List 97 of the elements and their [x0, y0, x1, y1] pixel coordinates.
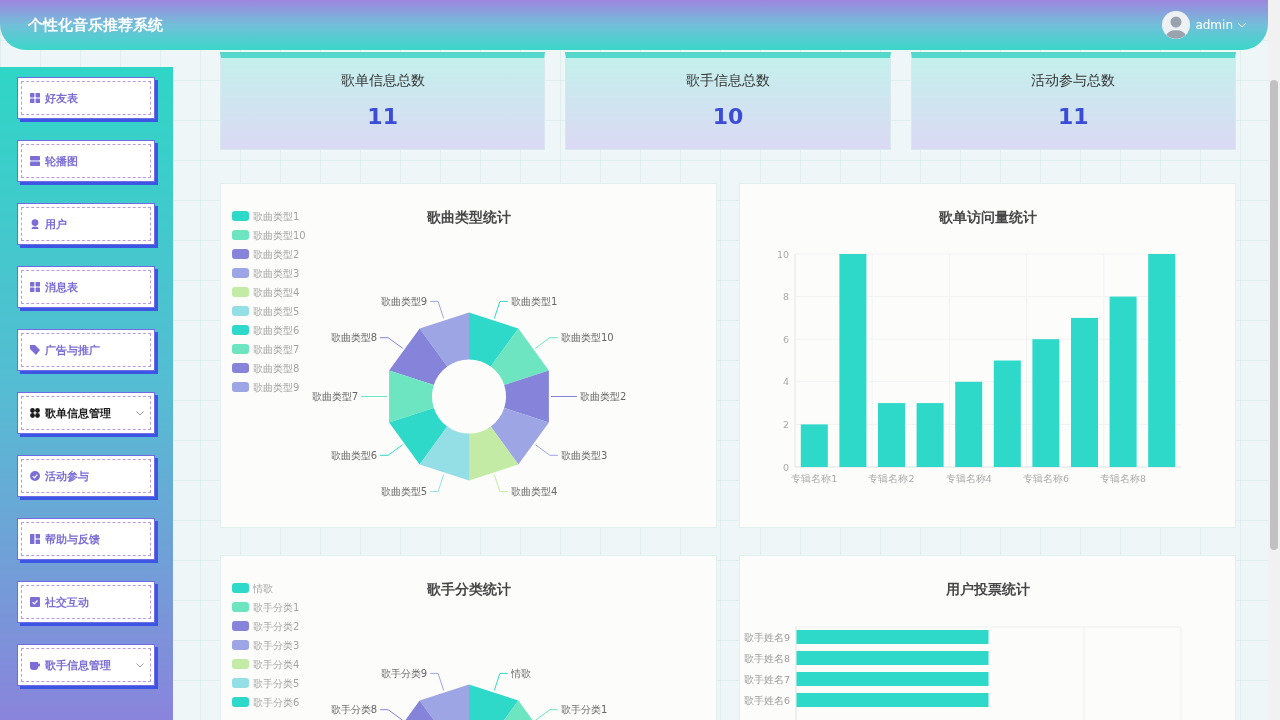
legend-label: 歌手分类3 — [253, 639, 300, 651]
axis-label: 歌手姓名7 — [743, 673, 790, 685]
axis-label: 歌手姓名6 — [743, 694, 790, 706]
legend-label: 情歌 — [253, 582, 273, 594]
leader-line — [534, 337, 559, 349]
legend-label: 歌手分类5 — [253, 677, 300, 689]
leader-line — [493, 300, 509, 319]
chart-title: 歌单访问量统计 — [939, 209, 1037, 225]
slice-label: 歌手分类8 — [330, 704, 378, 716]
panel-icon — [30, 156, 40, 166]
cup-icon — [30, 660, 40, 670]
axis-label: 0 — [782, 461, 789, 473]
chart-title: 歌曲类型统计 — [427, 209, 511, 225]
axis-label: 6 — [782, 333, 789, 345]
chart-title: 用户投票统计 — [946, 581, 1030, 597]
legend-label: 歌曲类型9 — [253, 381, 300, 393]
check-square-icon — [30, 597, 40, 607]
axis-label: 歌手姓名9 — [743, 631, 790, 643]
chart-title: 歌手分类统计 — [427, 581, 511, 597]
check-circle-icon — [30, 471, 40, 481]
axis-label: 专辑名称1 — [791, 472, 838, 484]
grid-icon — [30, 534, 40, 544]
leader-line — [379, 337, 404, 349]
scrollbar-track[interactable] — [1268, 0, 1280, 720]
legend-label: 歌曲类型8 — [253, 362, 300, 374]
sidebar-item[interactable]: 用户 — [17, 203, 155, 245]
legend-label: 歌手分类1 — [253, 601, 300, 613]
slice-label: 歌曲类型8 — [330, 332, 378, 344]
grid-icon — [30, 282, 40, 292]
slice-label: 歌曲类型3 — [560, 449, 608, 461]
leader-line — [493, 474, 509, 493]
caret-icon — [1238, 22, 1246, 28]
scrollbar-thumb[interactable] — [1270, 80, 1278, 550]
legend-label: 歌手分类2 — [253, 620, 300, 632]
slice-label: 歌曲类型2 — [580, 391, 627, 402]
avatar-icon — [1162, 11, 1191, 39]
legend-label: 歌曲类型3 — [253, 267, 300, 279]
axis-label: 歌手姓名8 — [743, 652, 790, 664]
axis-label: 专辑名称2 — [868, 472, 915, 484]
stat-label: 歌手信息总数 — [685, 71, 771, 90]
sidebar-item[interactable]: 帮助与反馈 — [17, 518, 155, 560]
slice-label: 歌曲类型5 — [380, 486, 428, 498]
sidebar-item[interactable]: 广告与推广 — [17, 329, 155, 371]
slice-label: 歌手分类9 — [380, 667, 428, 679]
four-dots-icon — [30, 408, 40, 418]
legend-label: 歌曲类型6 — [253, 324, 300, 336]
legend-label: 歌手分类4 — [253, 658, 300, 670]
axis-label: 10 — [776, 248, 789, 260]
slice-label: 歌曲类型6 — [330, 449, 378, 461]
slice-label: 情歌 — [510, 667, 531, 679]
sidebar-item[interactable]: 社交互动 — [17, 581, 155, 623]
tag-icon — [30, 345, 40, 355]
legend-label: 歌曲类型7 — [253, 343, 300, 355]
leader-line — [429, 474, 445, 493]
sidebar-item[interactable]: 歌手信息管理 — [17, 644, 155, 686]
leader-line — [379, 444, 404, 456]
axis-label: 8 — [782, 291, 789, 303]
sidebar-item[interactable]: 活动参与 — [17, 455, 155, 497]
sidebar-item[interactable]: 消息表 — [17, 266, 155, 308]
slice-label: 歌手分类1 — [560, 704, 608, 716]
legend-label: 歌曲类型1 — [253, 210, 300, 222]
sidebar-item[interactable]: 歌单信息管理 — [17, 392, 155, 434]
slice-label: 歌曲类型7 — [311, 391, 358, 402]
legend-label: 歌手分类6 — [253, 696, 300, 708]
leader-line — [429, 672, 445, 691]
leader-line — [379, 709, 404, 720]
axis-label: 专辑名称4 — [945, 472, 992, 484]
grid-icon — [30, 93, 40, 103]
legend-label: 歌曲类型10 — [253, 229, 306, 241]
leader-line — [429, 300, 445, 319]
slice-label: 歌曲类型1 — [510, 295, 558, 307]
user-icon — [30, 219, 40, 229]
legend-label: 歌曲类型5 — [253, 305, 300, 317]
axis-label: 专辑名称6 — [1022, 472, 1069, 484]
stat-label: 活动参与总数 — [1030, 71, 1117, 90]
chevron-icon — [136, 410, 144, 416]
sidebar-item[interactable]: 轮播图 — [17, 140, 155, 182]
leader-line — [534, 444, 559, 456]
legend-label: 歌曲类型4 — [253, 286, 300, 298]
stat-value: 11 — [366, 103, 399, 131]
leader-line — [534, 709, 559, 720]
app-title: 个性化音乐推荐系统 — [28, 15, 163, 35]
axis-label: 专辑名称8 — [1100, 472, 1147, 484]
leader-line — [493, 672, 509, 691]
slice-label: 歌曲类型4 — [510, 486, 558, 498]
chevron-icon — [136, 662, 144, 668]
sidebar-item[interactable]: 好友表 — [17, 77, 155, 119]
slice-label: 歌曲类型9 — [380, 295, 428, 307]
slice-label: 歌曲类型10 — [560, 332, 614, 344]
stat-value: 10 — [711, 103, 745, 131]
leader-line — [550, 396, 578, 397]
leader-line — [360, 396, 388, 397]
axis-label: 2 — [782, 418, 789, 430]
stat-value: 11 — [1057, 103, 1090, 131]
legend-label: 歌曲类型2 — [253, 248, 300, 260]
stat-label: 歌单信息总数 — [339, 71, 426, 90]
axis-label: 4 — [782, 376, 789, 388]
